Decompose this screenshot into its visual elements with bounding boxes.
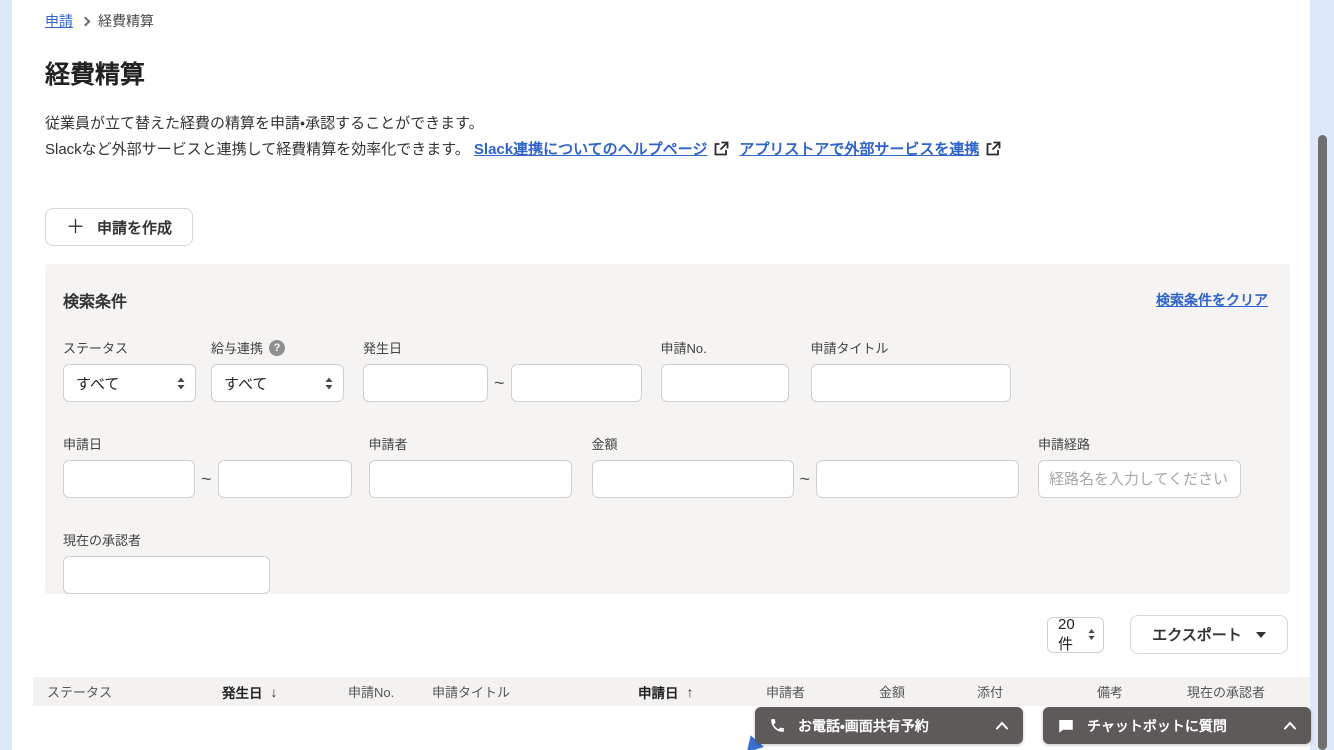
occurrence-date-filter: 発生日 ~ [363, 338, 642, 402]
column-header-attachment: 添付 [977, 685, 1004, 700]
request-title-label: 申請タイトル [810, 341, 889, 356]
status-label: ステータス [63, 341, 129, 356]
applicant-filter: 申請者 [368, 434, 572, 498]
occurrence-date-label: 発生日 [363, 341, 403, 356]
slack-help-link[interactable]: Slack連携についてのヘルプページ [474, 141, 707, 158]
occurrence-date-from-input[interactable] [363, 364, 488, 402]
request-title-filter: 申請タイトル [810, 338, 1011, 402]
amount-label: 金額 [591, 437, 618, 452]
chevron-up-icon [1284, 721, 1296, 730]
breadcrumb-link-application[interactable]: 申請 [45, 11, 73, 31]
caret-down-icon [1255, 631, 1266, 638]
table-header-row: ステータス 発生日 ↓ 申請No. 申請タイトル 申請日 ↑ 申請者 金額 添付 備… [33, 677, 1310, 706]
phone-support-widget-button[interactable]: お電話・画面共有予約 [755, 707, 1023, 744]
list-controls: 20件 エクスポート [12, 615, 1288, 654]
route-filter: 申請経路 [1038, 434, 1242, 498]
sort-desc-icon[interactable]: ↓ [271, 684, 278, 700]
column-header-request-no: 申請No. [348, 685, 395, 700]
column-header-request-date[interactable]: 申請日 ↑ [638, 682, 766, 702]
chevron-right-icon [80, 16, 91, 26]
help-icon[interactable]: ? [269, 339, 286, 356]
per-page-select[interactable]: 20件 [1047, 615, 1104, 653]
description-line-2: Slackなど外部サービスと連携して経費精算を効率化できます。 Slack連携に… [45, 137, 1310, 166]
chatbot-widget-button[interactable]: チャットボットに質問 [1043, 707, 1311, 744]
request-no-label: 申請No. [660, 341, 707, 356]
create-request-button[interactable]: ＋ 申請を作成 [45, 208, 194, 246]
occurrence-date-to-input[interactable] [510, 364, 642, 402]
search-conditions-panel: 検索条件 検索条件をクリア ステータス すべて 給与連携 ? すべて 発生日 ~… [45, 264, 1290, 594]
current-approver-filter: 現在の承認者 [63, 530, 270, 594]
request-date-to-input[interactable] [217, 460, 352, 498]
range-separator: ~ [799, 468, 811, 489]
per-page-value: 20件 [1058, 615, 1075, 653]
chevron-up-icon [996, 721, 1008, 730]
request-no-filter: 申請No. [660, 338, 789, 402]
route-label: 申請経路 [1038, 437, 1091, 452]
request-date-filter: 申請日 ~ [63, 434, 352, 498]
status-select[interactable]: すべて [63, 364, 196, 402]
main-content: 申請 経費精算 経費精算 従業員が立て替えた経費の精算を申請・承認することができ… [12, 0, 1310, 750]
route-input[interactable] [1038, 460, 1242, 498]
status-select-value: すべて [76, 375, 120, 393]
column-header-remarks: 備考 [1097, 685, 1124, 700]
payroll-link-filter: 給与連携 ? すべて [211, 338, 344, 402]
column-header-occurrence-date[interactable]: 発生日 ↓ [222, 682, 348, 702]
status-filter: ステータス すべて [63, 338, 196, 402]
breadcrumb-current: 経費精算 [98, 13, 154, 29]
payroll-link-select-value: すべて [224, 375, 268, 393]
chatbot-label: チャットボットに質問 [1087, 717, 1227, 734]
column-header-request-title: 申請タイトル [432, 685, 511, 700]
description-line-1: 従業員が立て替えた経費の精算を申請・承認することができます。 [45, 115, 484, 132]
column-header-amount: 金額 [879, 685, 906, 700]
current-approver-input[interactable] [63, 556, 270, 594]
applicant-label: 申請者 [368, 437, 408, 452]
column-header-applicant: 申請者 [766, 685, 806, 700]
select-stepper-icon [325, 377, 333, 389]
external-link-icon [985, 140, 1001, 166]
phone-icon [771, 719, 784, 732]
request-title-input[interactable] [810, 364, 1011, 402]
export-button[interactable]: エクスポート [1130, 615, 1288, 654]
range-separator: ~ [201, 468, 212, 489]
search-panel-title: 検索条件 [63, 294, 128, 311]
column-header-status: ステータス [47, 685, 113, 700]
external-link-icon [713, 140, 729, 166]
request-date-from-input[interactable] [63, 460, 195, 498]
export-label: エクスポート [1152, 627, 1242, 644]
app-store-link[interactable]: アプリストアで外部サービスを連携 [739, 141, 979, 158]
range-separator: ~ [494, 372, 505, 393]
current-approver-label: 現在の承認者 [63, 533, 142, 548]
amount-filter: 金額 ~ [591, 434, 1020, 498]
payroll-link-select[interactable]: すべて [211, 364, 344, 402]
clear-search-conditions-link[interactable]: 検索条件をクリア [1156, 290, 1268, 310]
plus-icon: ＋ [66, 216, 86, 238]
amount-to-input[interactable] [816, 460, 1020, 498]
vertical-scrollbar-thumb[interactable] [1318, 135, 1327, 750]
sort-asc-icon[interactable]: ↑ [687, 684, 694, 700]
column-header-current-approver: 現在の承認者 [1187, 685, 1266, 700]
amount-from-input[interactable] [591, 460, 794, 498]
request-no-input[interactable] [660, 364, 789, 402]
select-stepper-icon [177, 377, 185, 389]
chat-bubble-icon [1059, 719, 1073, 733]
breadcrumb: 申請 経費精算 [12, 0, 1310, 31]
payroll-link-label: 給与連携 [211, 341, 264, 356]
create-request-label: 申請を作成 [97, 219, 173, 237]
page-description: 従業員が立て替えた経費の精算を申請・承認することができます。 Slackなど外部… [45, 111, 1310, 166]
request-date-label: 申請日 [63, 437, 103, 452]
applicant-input[interactable] [368, 460, 572, 498]
select-stepper-icon [1088, 629, 1095, 640]
page-title: 経費精算 [45, 61, 146, 89]
phone-support-label: お電話・画面共有予約 [798, 717, 929, 734]
description-line-2-text: Slackなど外部サービスと連携して経費精算を効率化できます。 [45, 141, 470, 158]
